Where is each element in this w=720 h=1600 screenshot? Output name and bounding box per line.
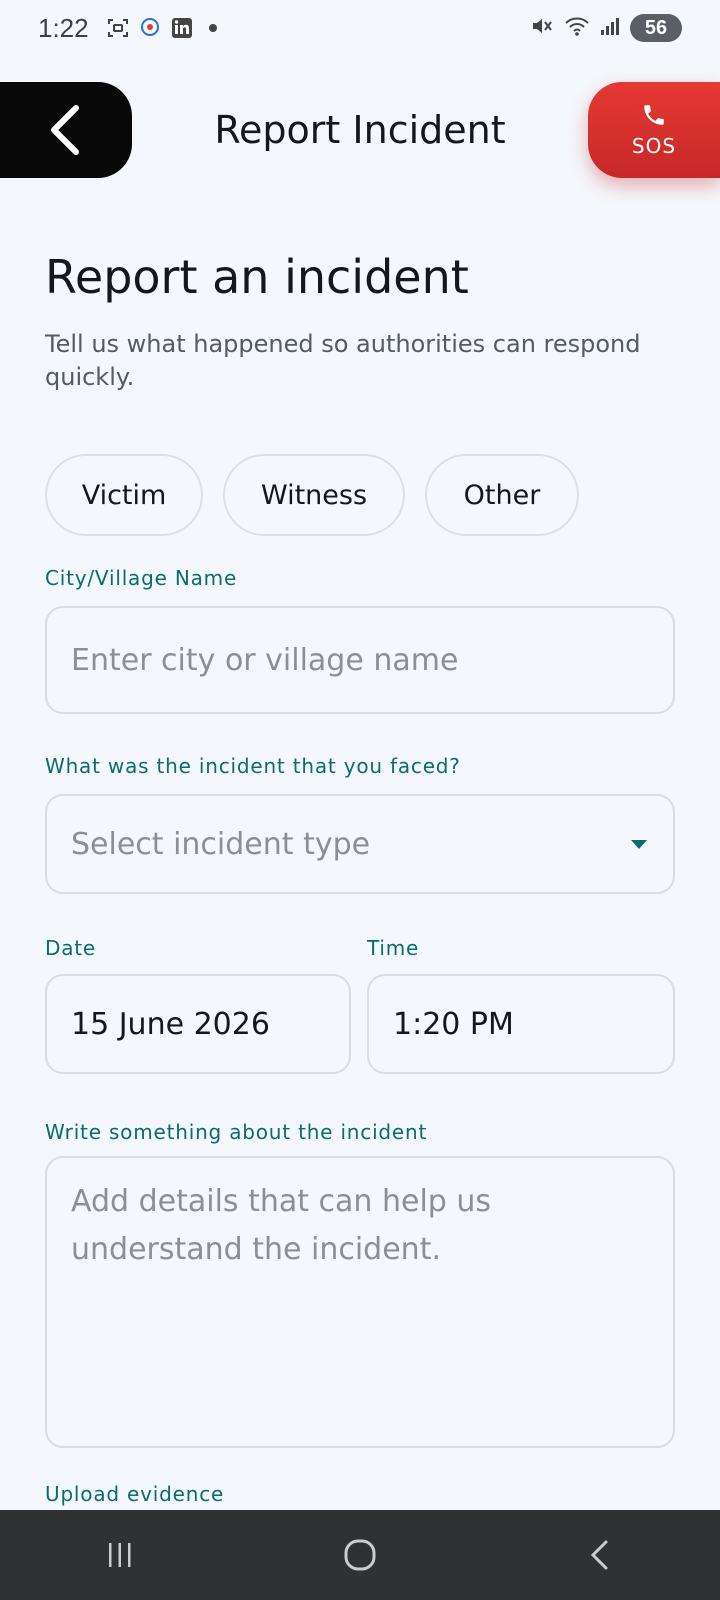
- incident-type-dropdown[interactable]: Select incident type: [45, 794, 675, 894]
- signal-icon: [600, 16, 620, 40]
- city-field-container: [45, 606, 675, 714]
- system-nav-bar: [0, 1510, 720, 1600]
- report-form: Report an incident Tell us what happened…: [45, 250, 675, 1600]
- date-field[interactable]: 15 June 2026: [45, 974, 351, 1074]
- system-back-button[interactable]: [570, 1525, 630, 1585]
- battery-indicator: 56: [630, 14, 682, 42]
- role-selector: Victim Witness Other: [45, 454, 579, 536]
- app-header: Report Incident SOS: [0, 80, 720, 180]
- sos-label: SOS: [631, 134, 677, 158]
- home-button[interactable]: [330, 1525, 390, 1585]
- role-chip-victim[interactable]: Victim: [45, 454, 203, 536]
- details-field-container: [45, 1156, 675, 1448]
- city-input[interactable]: [71, 642, 649, 678]
- recent-apps-icon: [109, 1543, 131, 1567]
- form-subtext: Tell us what happened so authorities can…: [45, 330, 641, 391]
- status-bar: 1:22 56: [0, 0, 720, 56]
- details-label: Write something about the incident: [45, 1120, 428, 1144]
- app-logo-icon: [139, 17, 161, 39]
- home-icon: [344, 1539, 376, 1571]
- incident-type-placeholder: Select incident type: [71, 826, 371, 862]
- role-chip-witness[interactable]: Witness: [223, 454, 405, 536]
- more-notifications-dot: [208, 24, 217, 32]
- role-chip-other[interactable]: Other: [425, 454, 579, 536]
- wifi-icon: [564, 15, 590, 41]
- date-label: Date: [45, 936, 97, 960]
- date-value: 15 June 2026: [71, 1006, 270, 1042]
- phone-icon: [644, 105, 664, 125]
- screenshot-icon: [107, 17, 129, 39]
- time-label: Time: [367, 936, 420, 960]
- linkedin-icon: [171, 17, 193, 39]
- recent-apps-button[interactable]: [90, 1525, 150, 1585]
- form-heading: Report an incident: [45, 250, 469, 304]
- upload-label: Upload evidence: [45, 1482, 225, 1506]
- sos-button[interactable]: SOS: [588, 82, 720, 178]
- chevron-left-icon: [590, 1540, 608, 1570]
- details-textarea[interactable]: [71, 1158, 649, 1418]
- incident-type-label: What was the incident that you faced?: [45, 754, 461, 778]
- mute-icon: [530, 14, 554, 42]
- city-label: City/Village Name: [45, 566, 238, 590]
- caret-down-icon: [631, 840, 647, 849]
- time-value: 1:20 PM: [393, 1006, 514, 1042]
- time-field[interactable]: 1:20 PM: [367, 974, 675, 1074]
- status-time: 1:22: [38, 12, 89, 43]
- notification-icons: [107, 17, 217, 39]
- system-icons: 56: [530, 14, 682, 42]
